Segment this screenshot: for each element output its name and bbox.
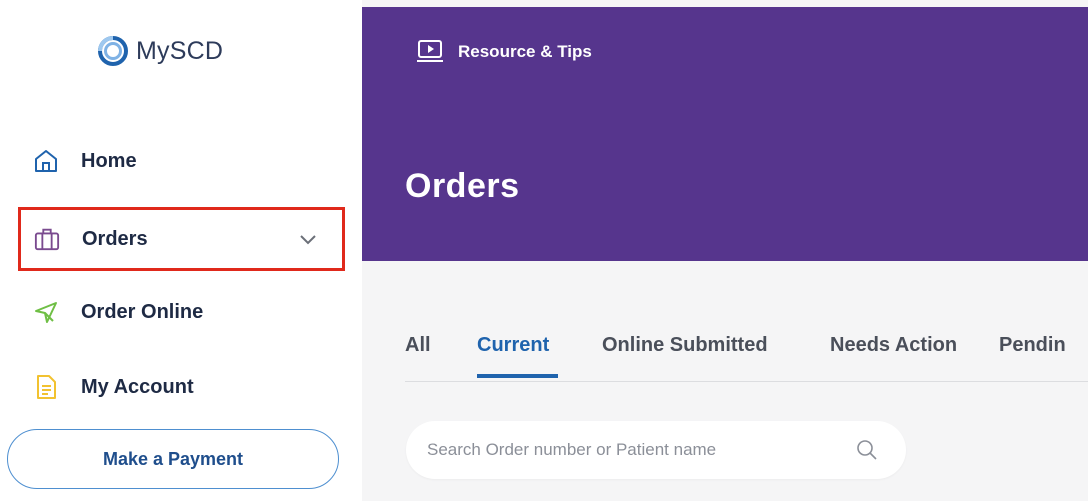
brand-logo[interactable]: MySCD: [96, 34, 223, 68]
main-content: Resource & Tips Orders All Current Onlin…: [362, 0, 1088, 501]
sidebar-item-label: Home: [81, 149, 137, 172]
tab-pending[interactable]: Pendin: [999, 334, 1066, 357]
page-header-banner: Resource & Tips Orders: [362, 7, 1088, 261]
sidebar-item-label: Orders: [82, 227, 148, 250]
make-payment-button[interactable]: Make a Payment: [7, 429, 339, 489]
active-tab-indicator: [477, 374, 558, 378]
sidebar-item-label: My Account: [81, 375, 194, 398]
tab-online-submitted[interactable]: Online Submitted: [602, 334, 768, 357]
chevron-down-icon[interactable]: [298, 229, 318, 249]
search-icon[interactable]: [856, 439, 878, 461]
page-title: Orders: [405, 167, 520, 205]
sidebar-item-my-account[interactable]: My Account: [0, 357, 345, 417]
sidebar-item-label: Order Online: [81, 300, 204, 323]
video-play-icon: [417, 40, 443, 62]
tab-current[interactable]: Current: [477, 334, 549, 357]
logo-ring-icon: [98, 36, 128, 66]
order-tabs: All Current Online Submitted Needs Actio…: [405, 334, 1088, 382]
briefcase-icon: [34, 226, 60, 252]
home-icon: [33, 148, 59, 174]
order-search-box: [406, 421, 906, 479]
sidebar-item-order-online[interactable]: Order Online: [0, 282, 345, 342]
sidebar-item-home[interactable]: Home: [0, 131, 345, 191]
resource-tips-label: Resource & Tips: [458, 42, 592, 61]
brand-name: MySCD: [136, 36, 224, 65]
tab-needs-action[interactable]: Needs Action: [830, 334, 957, 357]
sidebar: MySCD Home Orders Order Online My Accoun…: [0, 0, 362, 501]
tab-all[interactable]: All: [405, 334, 431, 357]
resource-tips-link[interactable]: Resource & Tips: [416, 39, 592, 65]
cursor-arrow-icon: [33, 299, 59, 325]
sidebar-item-orders[interactable]: Orders: [18, 207, 345, 271]
search-input[interactable]: [427, 440, 827, 460]
document-icon: [33, 374, 59, 400]
